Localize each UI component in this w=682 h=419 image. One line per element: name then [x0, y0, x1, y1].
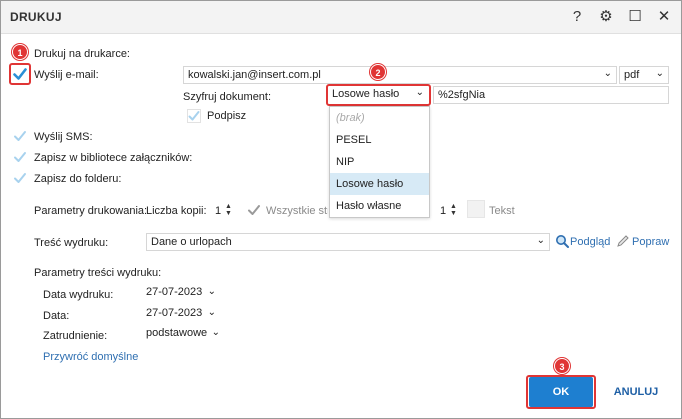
ok-button[interactable]: OK	[529, 377, 593, 407]
close-icon[interactable]: ✕	[655, 8, 673, 26]
encrypt-option-nip[interactable]: NIP	[330, 151, 429, 173]
all-pages-checkbox[interactable]	[247, 203, 261, 217]
password-field[interactable]: %2sfgNia	[433, 86, 669, 104]
all-pages-label: Wszystkie stro	[266, 205, 328, 217]
encrypt-option-pesel[interactable]: PESEL	[330, 129, 429, 151]
checkmark-icon	[248, 205, 260, 215]
content-label: Treść wydruku:	[34, 237, 109, 249]
sign-label: Podpisz	[207, 110, 247, 122]
print-params-label: Parametry drukowania:	[34, 205, 148, 217]
annotation-badge-1: 1	[12, 44, 28, 60]
chevron-down-icon: ⌄	[207, 286, 216, 297]
help-icon[interactable]: ?	[568, 8, 586, 26]
library-label: Zapisz w bibliotece załączników:	[34, 152, 193, 164]
copies-value[interactable]: 1	[215, 205, 221, 217]
encrypt-option-none[interactable]: (brak)	[330, 107, 429, 129]
pencil-icon[interactable]	[616, 234, 630, 248]
chevron-down-icon: ⌄	[603, 68, 612, 79]
copies-label: Liczba kopii:	[146, 205, 207, 217]
chevron-down-icon: ⌄	[655, 68, 664, 79]
stepper-down-icon[interactable]: ▼	[225, 210, 232, 217]
library-checkbox[interactable]	[13, 150, 27, 164]
content-select-value: Dane o urlopach	[151, 236, 232, 248]
encrypt-select-value: Losowe hasło	[332, 88, 400, 100]
content-select[interactable]: Dane o urlopach ⌄	[146, 233, 550, 251]
print-date-label: Data wydruku:	[43, 289, 114, 301]
employment-label: Zatrudnienie:	[43, 330, 108, 342]
edit-link[interactable]: Popraw	[632, 236, 669, 248]
gear-icon[interactable]: ⚙	[597, 8, 615, 26]
encrypt-dropdown: (brak) PESEL NIP Losowe hasło Hasło włas…	[329, 106, 430, 218]
sign-checkbox[interactable]	[187, 109, 201, 123]
email-format-value: pdf	[624, 69, 640, 81]
sms-checkbox[interactable]	[13, 129, 27, 143]
checkmark-icon	[14, 173, 26, 183]
folder-label: Zapisz do folderu:	[34, 173, 122, 185]
magnifier-icon[interactable]	[555, 234, 569, 248]
employment-select[interactable]: podstawowe ⌄	[146, 327, 222, 343]
second-count-value[interactable]: 1	[440, 205, 446, 217]
copies-stepper[interactable]: ▲ ▼	[225, 203, 232, 217]
stepper-up-icon[interactable]: ▲	[450, 203, 457, 210]
email-address-value: kowalski.jan@insert.com.pl	[188, 69, 321, 81]
employment-value: podstawowe	[146, 327, 208, 339]
annotation-badge-2: 2	[370, 64, 386, 80]
encrypt-label: Szyfruj dokument:	[183, 91, 272, 103]
email-checkbox[interactable]	[13, 67, 27, 81]
annotation-badge-3: 3	[554, 358, 570, 374]
sms-label: Wyślij SMS:	[34, 131, 93, 143]
text-checkbox[interactable]	[467, 200, 485, 218]
stepper-up-icon[interactable]: ▲	[225, 203, 232, 210]
chevron-down-icon: ⌄	[415, 87, 424, 98]
date-value: 27-07-2023	[146, 307, 203, 319]
cancel-button[interactable]: ANULUJ	[603, 377, 669, 407]
encrypt-option-own-password[interactable]: Hasło własne	[330, 195, 429, 217]
folder-checkbox[interactable]	[13, 171, 27, 185]
encrypt-select[interactable]: Losowe hasło ⌄	[329, 87, 428, 103]
content-params-label: Parametry treści wydruku:	[34, 267, 162, 279]
chevron-down-icon: ⌄	[211, 327, 220, 338]
text-label: Tekst	[489, 205, 515, 217]
date-label: Data:	[43, 310, 70, 322]
encrypt-option-random-password[interactable]: Losowe hasło	[330, 173, 429, 195]
chevron-down-icon: ⌄	[207, 307, 216, 318]
print-date-value: 27-07-2023	[146, 286, 203, 298]
checkmark-icon	[14, 152, 26, 162]
date-field[interactable]: 27-07-2023 ⌄	[146, 307, 218, 323]
checkmark-icon	[187, 109, 201, 123]
email-format-select[interactable]: pdf ⌄	[619, 66, 669, 84]
chevron-down-icon: ⌄	[536, 235, 545, 246]
email-label: Wyślij e-mail:	[34, 69, 99, 81]
checkmark-icon	[14, 131, 26, 141]
maximize-icon[interactable]: ☐	[626, 8, 644, 26]
dialog-title: DRUKUJ	[10, 10, 62, 24]
stepper-down-icon[interactable]: ▼	[450, 210, 457, 217]
checkmark-icon	[13, 68, 27, 80]
print-printer-label: Drukuj na drukarce:	[34, 48, 130, 60]
email-address-select[interactable]: kowalski.jan@insert.com.pl ⌄	[183, 66, 617, 84]
restore-defaults-link[interactable]: Przywróć domyślne	[43, 351, 138, 363]
second-count-stepper[interactable]: ▲ ▼	[450, 203, 457, 217]
print-date-field[interactable]: 27-07-2023 ⌄	[146, 286, 218, 302]
preview-link[interactable]: Podgląd	[570, 236, 610, 248]
password-value: %2sfgNia	[438, 89, 486, 101]
